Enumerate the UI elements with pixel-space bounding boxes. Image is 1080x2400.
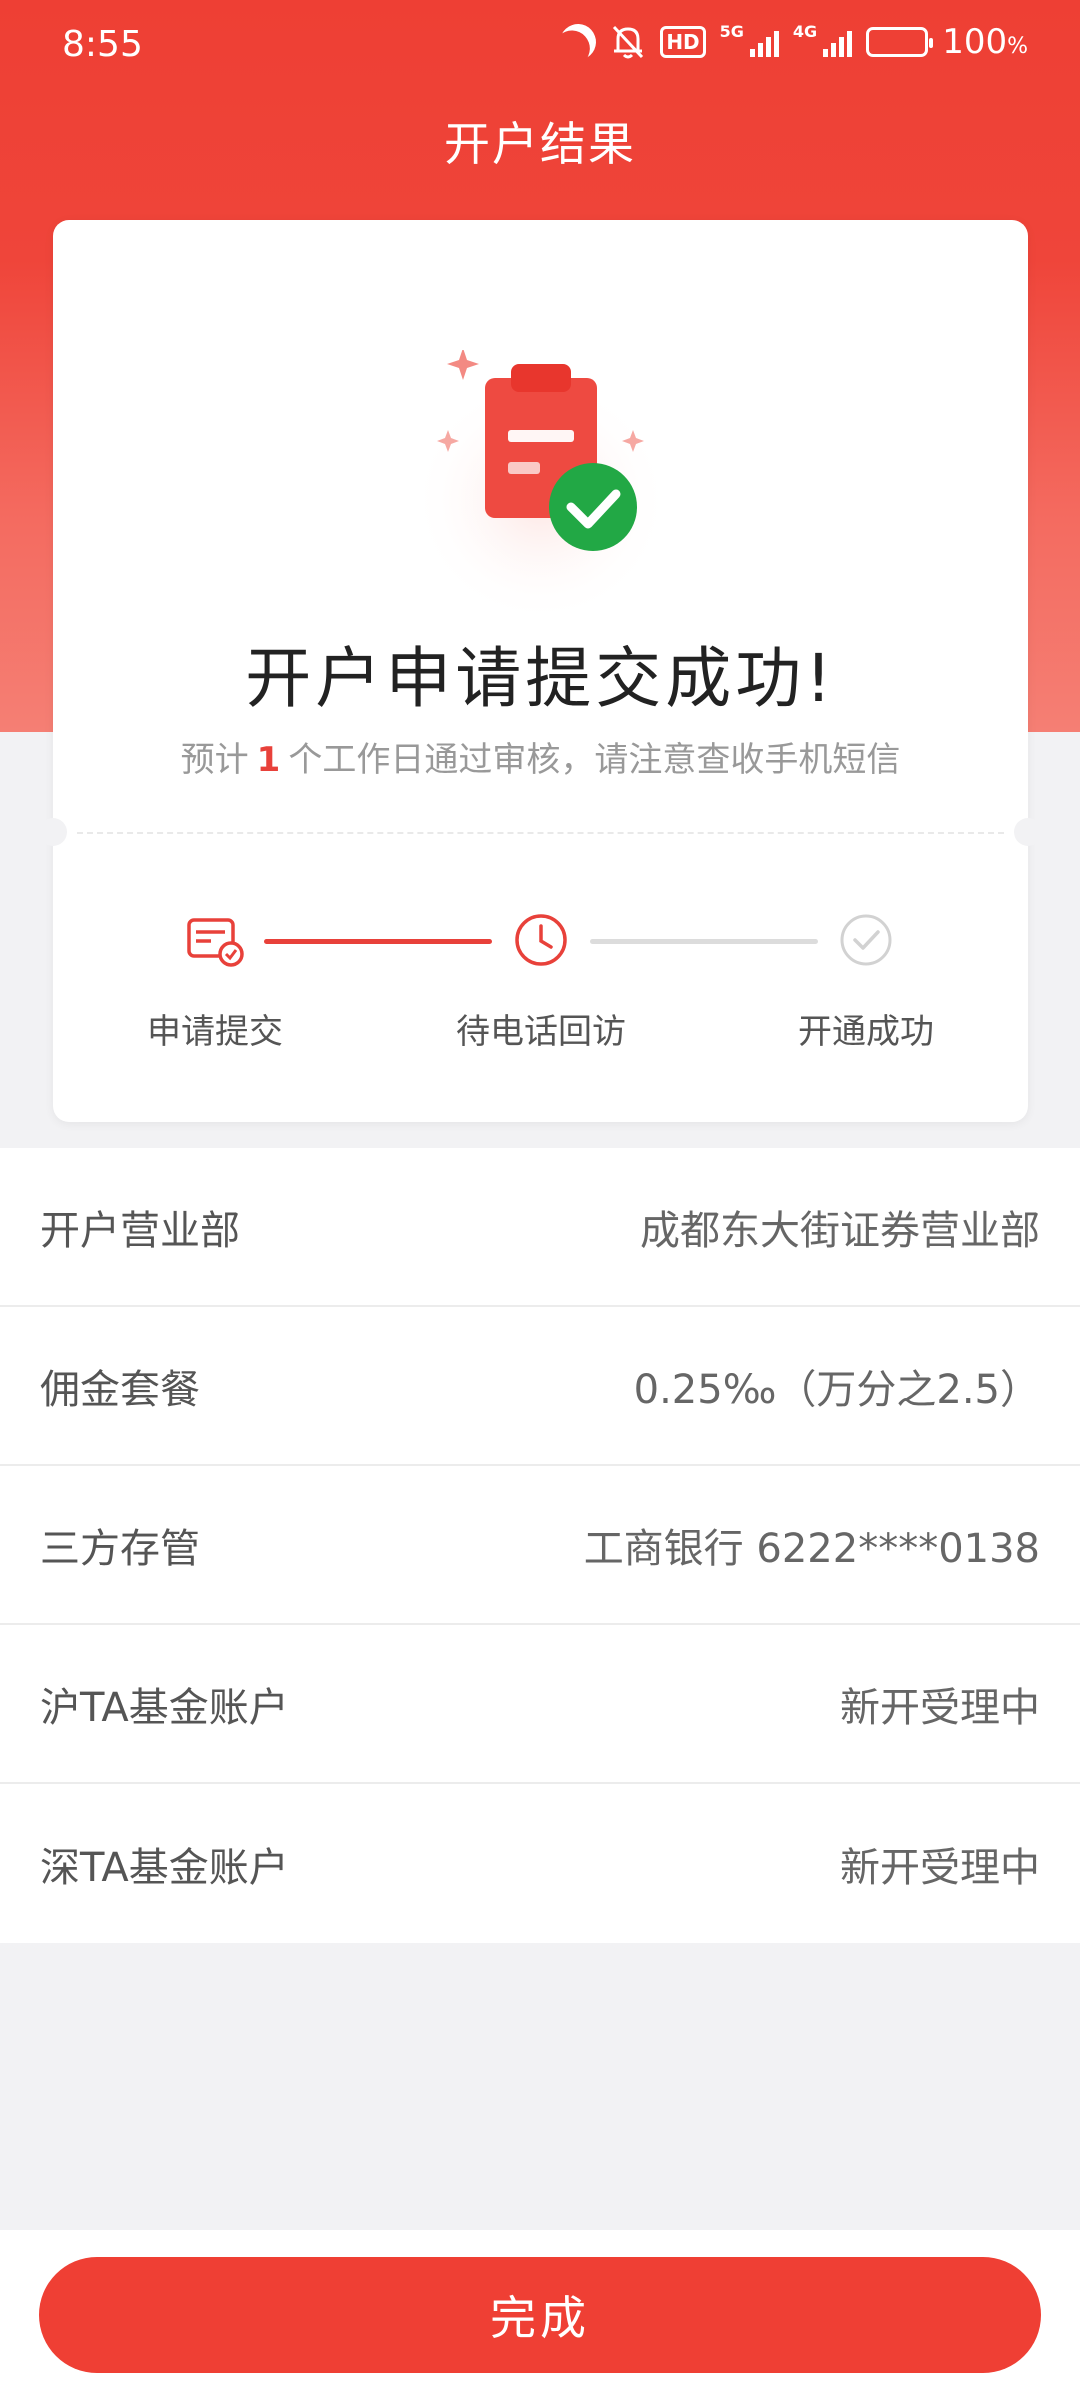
info-row-branch: 开户营业部 成都东大街证券营业部 — [0, 1148, 1080, 1307]
step-label: 待电话回访 — [456, 1012, 626, 1052]
info-value: 0.25‰（万分之2.5） — [633, 1366, 1040, 1413]
result-subtitle: 预计 1 个工作日通过审核，请注意查收手机短信 — [180, 740, 901, 780]
info-value: 成都东大街证券营业部 — [640, 1207, 1040, 1254]
sparkle-icon — [447, 350, 479, 380]
check-circle-icon — [840, 914, 892, 966]
info-label: 开户营业部 — [40, 1207, 240, 1254]
battery-percent: 100% — [942, 22, 1028, 62]
bottom-action-bar: 完成 — [0, 2230, 1080, 2400]
step-activation-success: 开通成功 — [746, 910, 986, 1053]
done-button[interactable]: 完成 — [39, 2257, 1041, 2373]
info-label: 沪TA基金账户 — [40, 1684, 289, 1731]
result-card: 开户申请提交成功! 预计 1 个工作日通过审核，请注意查收手机短信 申请提交 待… — [39, 220, 1042, 1122]
status-time: 8:55 — [62, 24, 143, 65]
progress-steps: 申请提交 待电话回访 开通成功 — [53, 910, 1028, 1070]
info-label: 三方存管 — [40, 1525, 200, 1572]
account-opening-result-page: 8:55 HD 5G 4G 100% 开户结果 开户申请提交成功! 预计 1 个… — [0, 0, 1080, 2400]
review-days-highlight: 1 — [256, 740, 281, 780]
signal-strength-4g-icon — [823, 27, 853, 57]
status-bar: 8:55 HD 5G 4G 100% — [0, 0, 1080, 92]
battery-icon — [866, 27, 934, 57]
info-row-third-party-custody: 三方存管 工商银行 6222****0138 — [0, 1466, 1080, 1625]
card-divider — [77, 832, 1004, 834]
info-row-commission: 佣金套餐 0.25‰（万分之2.5） — [0, 1307, 1080, 1466]
clock-icon — [515, 914, 567, 966]
network-5g-label: 5G — [719, 22, 744, 41]
account-info-list: 开户营业部 成都东大街证券营业部 佣金套餐 0.25‰（万分之2.5） 三方存管… — [0, 1148, 1080, 1943]
step-awaiting-callback: 待电话回访 — [421, 910, 661, 1053]
status-icons: HD 5G 4G 100% — [560, 22, 1028, 62]
signal-strength-5g-icon — [749, 27, 779, 57]
card-notch-left — [39, 818, 67, 846]
info-value: 新开受理中 — [840, 1684, 1040, 1731]
page-title: 开户结果 — [444, 117, 636, 171]
info-value: 新开受理中 — [840, 1844, 1040, 1891]
card-notch-right — [1014, 818, 1042, 846]
clipboard-success-illustration — [411, 350, 671, 625]
info-value: 工商银行 6222****0138 — [583, 1525, 1040, 1572]
do-not-disturb-moon-icon — [555, 19, 601, 65]
info-label: 深TA基金账户 — [40, 1844, 289, 1891]
muted-bell-icon — [613, 25, 644, 59]
info-row-sz-ta-fund-account: 深TA基金账户 新开受理中 — [0, 1784, 1080, 1943]
info-row-sh-ta-fund-account: 沪TA基金账户 新开受理中 — [0, 1625, 1080, 1784]
info-label: 佣金套餐 — [40, 1366, 200, 1413]
step-label: 申请提交 — [147, 1012, 283, 1052]
network-4g-label: 4G — [792, 22, 818, 41]
hd-voice-badge: HD — [660, 26, 706, 58]
step-label: 开通成功 — [798, 1012, 934, 1052]
step-application-submitted: 申请提交 — [95, 910, 335, 1053]
application-form-icon — [187, 918, 244, 967]
result-title: 开户申请提交成功! — [245, 640, 836, 717]
